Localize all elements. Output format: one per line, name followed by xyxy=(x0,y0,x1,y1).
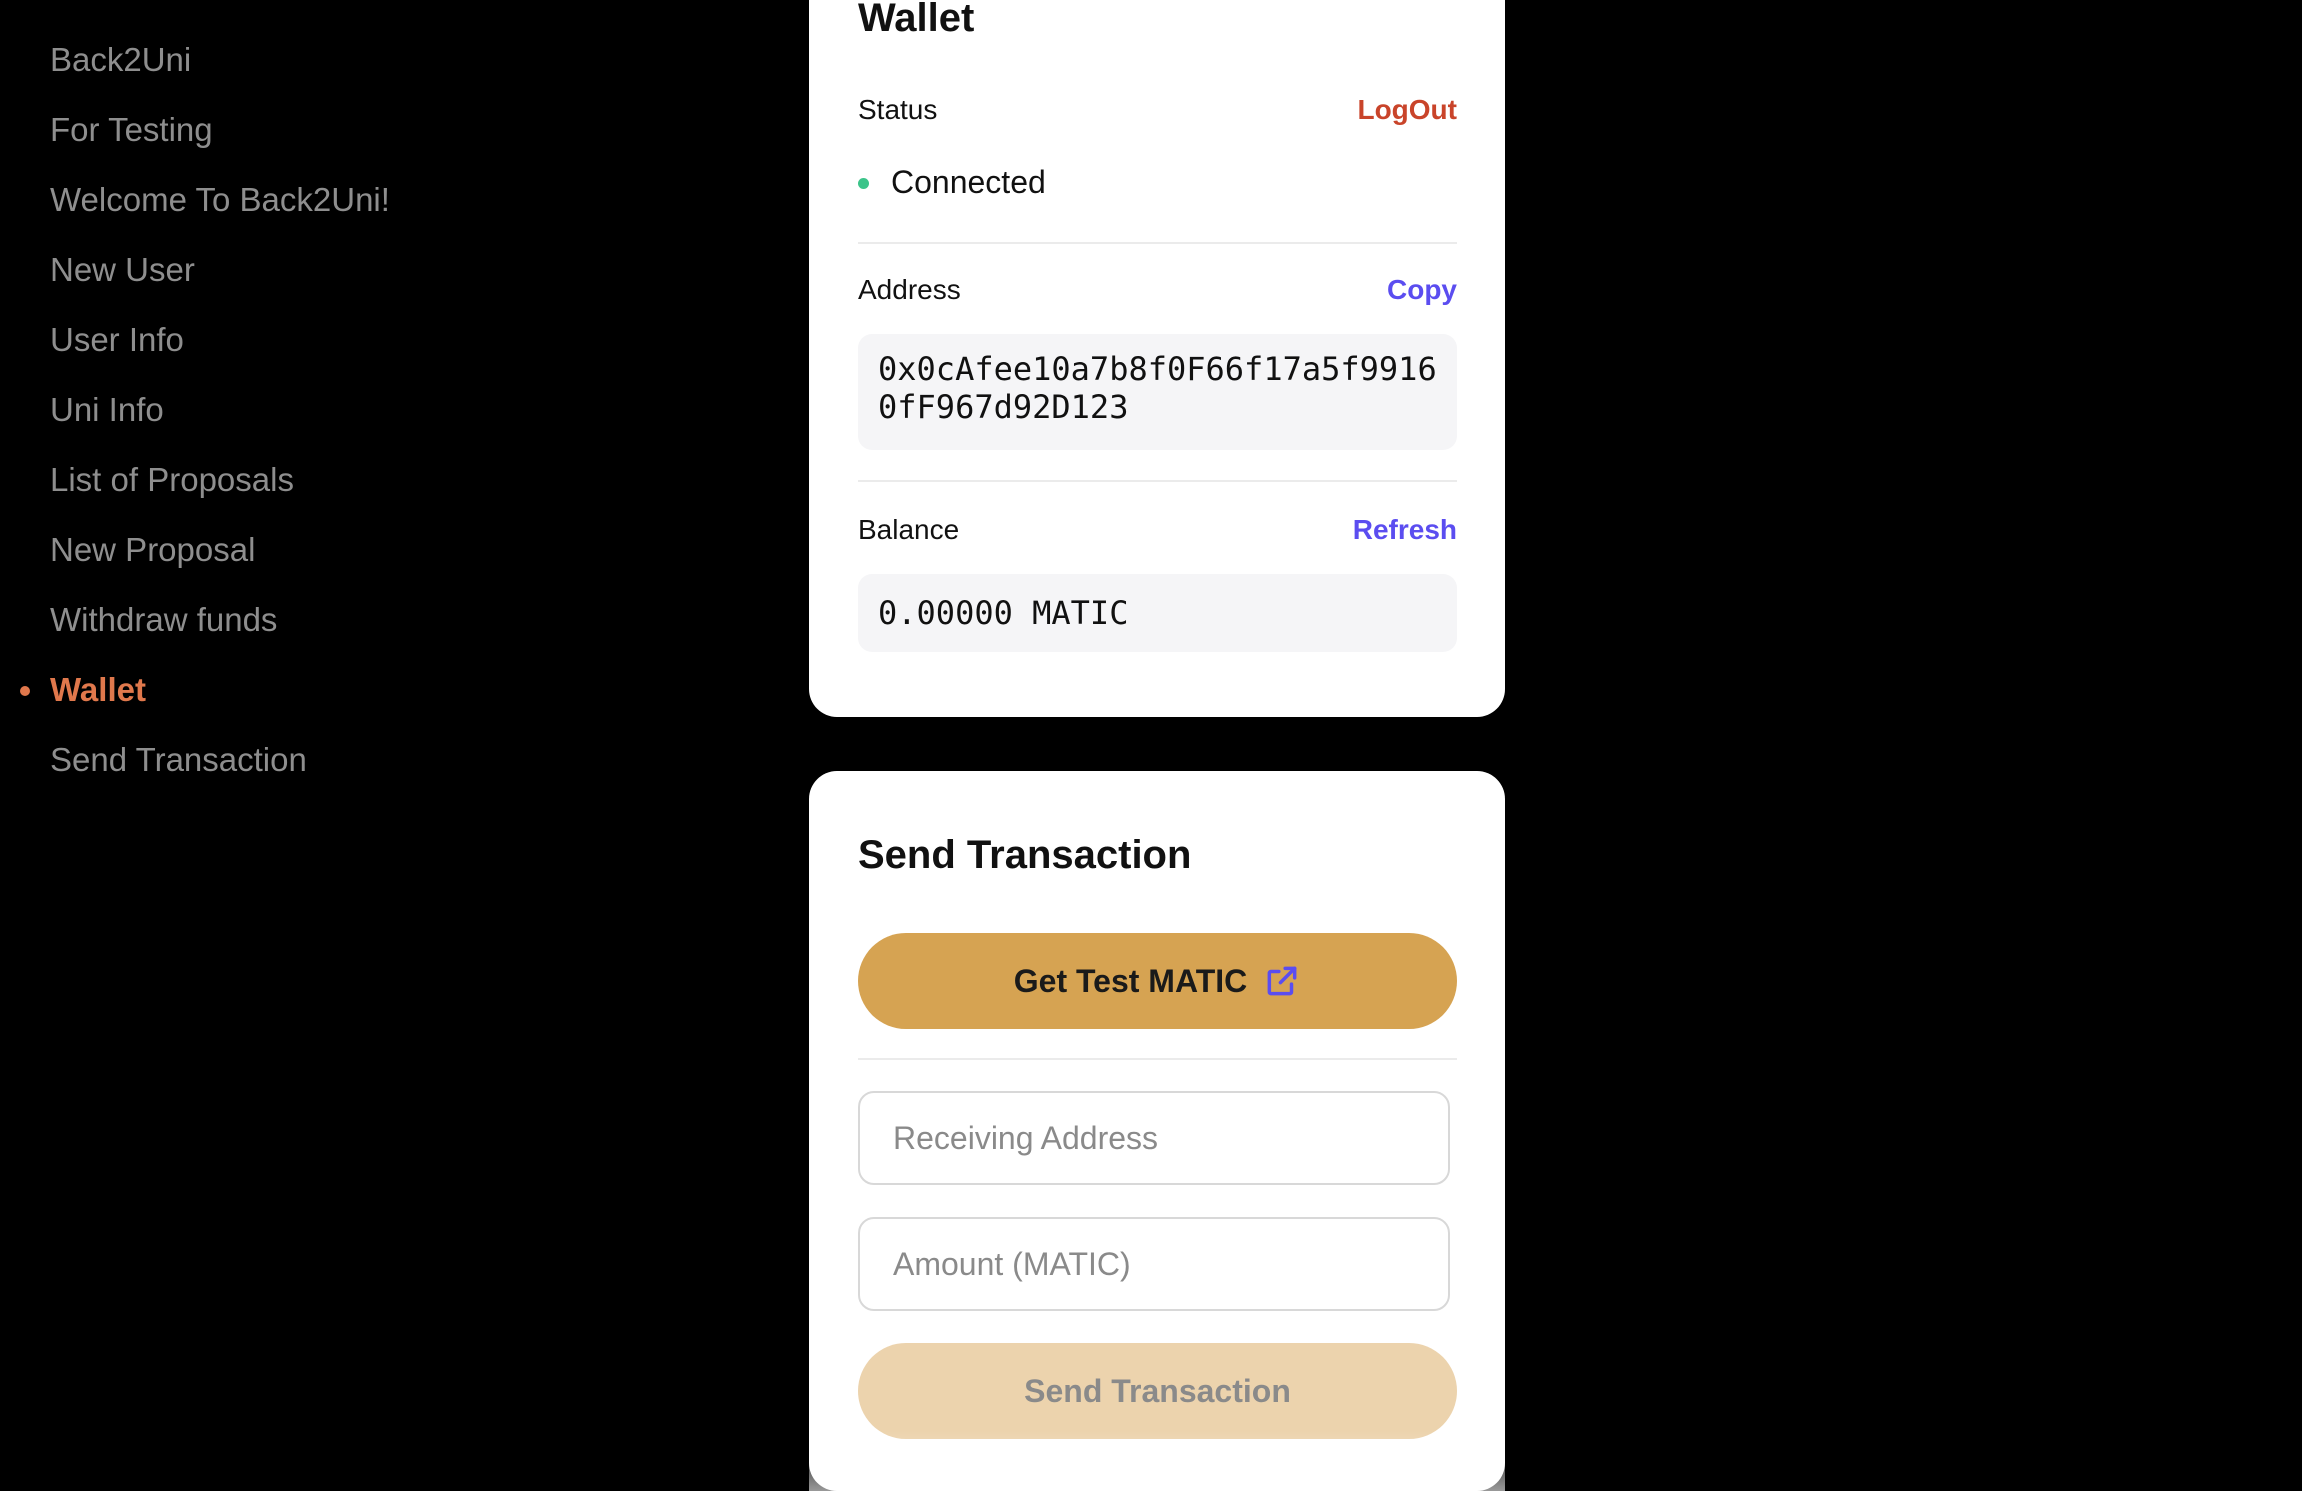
sidebar-item-back2uni[interactable]: Back2Uni xyxy=(50,40,191,80)
sidebar-item-list-of-proposals[interactable]: List of Proposals xyxy=(50,460,294,500)
receiving-address-input[interactable] xyxy=(858,1091,1450,1185)
sidebar-item-for-testing[interactable]: For Testing xyxy=(50,110,213,150)
connection-status: Connected xyxy=(858,160,1457,204)
copy-address-button[interactable]: Copy xyxy=(1387,274,1457,306)
sidebar-item-welcome[interactable]: Welcome To Back2Uni! xyxy=(50,180,390,220)
sidebar-item-label: Wallet xyxy=(50,671,146,708)
connected-status-dot xyxy=(858,178,869,189)
status-value: Connected xyxy=(891,164,1046,200)
address-label: Address xyxy=(858,274,961,305)
address-value: 0x0cAfee10a7b8f0F66f17a5f99160fF967d92D1… xyxy=(858,334,1457,450)
send-transaction-title: Send Transaction xyxy=(858,833,1192,877)
sidebar-item-withdraw-funds[interactable]: Withdraw funds xyxy=(50,600,277,640)
refresh-balance-button[interactable]: Refresh xyxy=(1353,514,1457,546)
sidebar-item-new-user[interactable]: New User xyxy=(50,250,195,290)
external-link-icon xyxy=(1267,966,1297,996)
send-transaction-card: Send Transaction Get Test MATIC Send Tra… xyxy=(809,771,1505,1491)
logout-button[interactable]: LogOut xyxy=(1357,94,1457,126)
get-test-matic-button[interactable]: Get Test MATIC xyxy=(858,933,1457,1029)
active-indicator-dot xyxy=(20,686,30,696)
amount-input[interactable] xyxy=(858,1217,1450,1311)
sidebar-item-user-info[interactable]: User Info xyxy=(50,320,184,360)
divider xyxy=(858,1058,1457,1060)
balance-value: 0.00000 MATIC xyxy=(858,574,1457,652)
divider xyxy=(858,242,1457,244)
divider xyxy=(858,480,1457,482)
balance-label: Balance xyxy=(858,514,960,545)
wallet-card: Wallet Status LogOut Connected Address C… xyxy=(809,0,1505,717)
sidebar-item-uni-info[interactable]: Uni Info xyxy=(50,390,164,430)
get-test-matic-label: Get Test MATIC xyxy=(1013,962,1248,999)
sidebar-item-new-proposal[interactable]: New Proposal xyxy=(50,530,255,570)
status-label: Status xyxy=(858,94,938,125)
sidebar-item-send-transaction[interactable]: Send Transaction xyxy=(50,740,307,780)
send-transaction-button[interactable]: Send Transaction xyxy=(858,1343,1457,1439)
sidebar-item-wallet[interactable]: Wallet xyxy=(20,670,146,710)
wallet-title: Wallet xyxy=(858,0,975,40)
